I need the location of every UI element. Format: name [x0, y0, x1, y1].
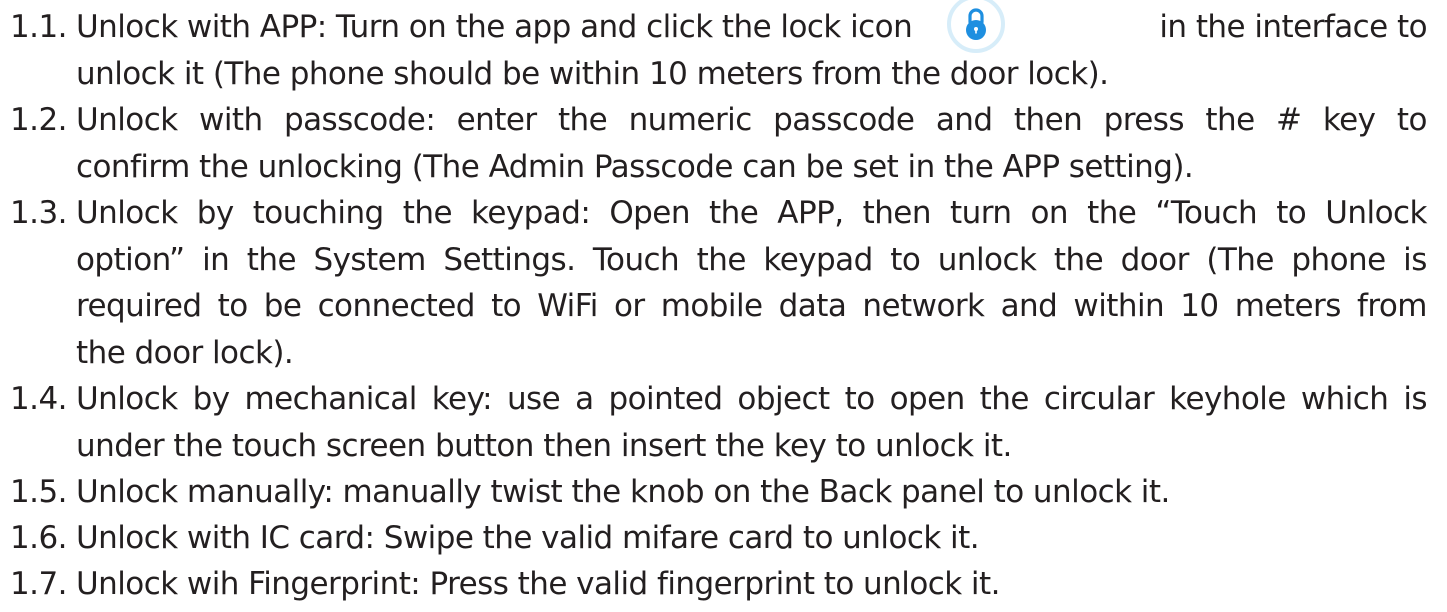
item-line: Unlock with passcode: enter the numeric passco… — [10, 97, 1427, 144]
item-line: option” in the System Settings. Touch the keypa… — [10, 237, 1427, 284]
item-line: unlock it (The phone should be within 10… — [76, 55, 1109, 92]
word: object — [737, 381, 830, 417]
list-item-1-6: 1.6. Unlock with IC card: Swipe the vali… — [10, 515, 1427, 562]
word: mechanical — [244, 381, 417, 417]
word: which — [1300, 381, 1389, 417]
word: to — [1396, 102, 1428, 138]
word: WiFi — [537, 288, 598, 324]
word: unlock — [937, 241, 1037, 278]
item-line: confirm the unlocking (The Admin Passcod… — [76, 148, 1194, 185]
word: is — [1403, 381, 1427, 417]
word: and — [1000, 288, 1058, 324]
list-item-1-3: 1.3. Unlock by touching the keypad: Open the AP… — [10, 190, 1427, 376]
word: the — [979, 381, 1030, 417]
item-text: in the interface to — [1159, 9, 1427, 45]
item-line: under the touch screen button then inser… — [76, 427, 1012, 464]
word: System — [313, 241, 427, 278]
item-line: Unlock manually: manually twist the knob… — [76, 474, 1170, 510]
word: pointed — [608, 381, 724, 417]
word: to — [217, 288, 249, 324]
word: passcode — [773, 102, 915, 138]
word: Touch — [592, 241, 680, 278]
word: then — [1013, 102, 1083, 138]
word: Unlock — [1325, 195, 1427, 231]
word: # — [1276, 102, 1302, 138]
word: the — [709, 195, 759, 231]
word: the — [557, 102, 608, 138]
word: to — [1276, 195, 1307, 231]
word: to — [890, 241, 921, 278]
word: connected — [317, 288, 476, 324]
word: keyhole — [1169, 381, 1286, 417]
word: is — [1403, 241, 1427, 278]
word: open — [889, 381, 966, 417]
word: the — [1087, 195, 1137, 231]
word: be — [263, 288, 302, 324]
lock-icon — [947, 0, 1006, 54]
word: a — [575, 381, 594, 417]
word: data — [778, 288, 847, 324]
item-line: Unlock with IC card: Swipe the valid mif… — [76, 520, 980, 556]
word: key: — [431, 381, 493, 417]
word: Settings. — [443, 241, 576, 278]
word: touching — [252, 195, 385, 231]
word: within — [1073, 288, 1165, 324]
word: the — [246, 241, 297, 278]
word: “Touch — [1155, 195, 1258, 231]
word: meters — [1234, 288, 1342, 324]
word: 10 — [1180, 288, 1219, 324]
word: press — [1103, 102, 1185, 138]
word: Unlock — [76, 195, 178, 231]
word: mobile — [660, 288, 763, 324]
word: required — [76, 288, 202, 324]
word: to — [844, 381, 876, 417]
list-item-1-2: 1.2. Unlock with passcode: enter the numeric p… — [10, 97, 1427, 190]
word: and — [935, 102, 993, 138]
word: to — [491, 288, 522, 324]
word: keypad: — [471, 195, 591, 231]
word: numeric — [628, 102, 753, 138]
word: by — [196, 195, 234, 231]
word: key — [1322, 102, 1376, 138]
word: option” — [76, 241, 185, 278]
word: from — [1356, 288, 1428, 324]
word: phone — [1291, 241, 1386, 278]
word: Open — [609, 195, 690, 231]
instruction-list: 1.1. Unlock with APP: Turn on the app an… — [0, 0, 1447, 612]
word: Unlock — [76, 381, 178, 417]
lock-icon-wrapper — [936, 0, 1016, 54]
item-line: Unlock with APP: Turn on the app and cli… — [10, 0, 1428, 54]
word: circular — [1043, 381, 1155, 417]
item-line: the door lock). — [76, 334, 294, 371]
word: enter — [456, 102, 538, 138]
list-item-1-7: 1.7. Unlock wih Fingerprint: Press the v… — [10, 561, 1427, 608]
item-line: Unlock by touching the keypad: Open the APP, the… — [10, 190, 1427, 237]
word: the — [696, 241, 747, 278]
word: network — [862, 288, 985, 324]
word: in — [202, 241, 230, 278]
word: on — [1030, 195, 1069, 231]
word: with — [199, 102, 263, 138]
list-item-1-1: 1.1. Unlock with APP: Turn on the app an… — [10, 0, 1428, 97]
item-text: Unlock with APP: Turn on the app and cli… — [76, 9, 913, 45]
list-item-1-4: 1.4. Unlock by mechanical key: use a pointed ob… — [10, 376, 1428, 469]
word: Unlock — [76, 102, 178, 138]
word: the — [1053, 241, 1104, 278]
item-line: Unlock by mechanical key: use a pointed object t… — [10, 376, 1428, 423]
item-line: Unlock wih Fingerprint: Press the valid … — [76, 566, 1000, 602]
word: turn — [950, 195, 1012, 231]
word: use — [506, 381, 561, 417]
word: then — [862, 195, 932, 231]
word: the — [402, 195, 453, 231]
word: by — [192, 381, 230, 417]
word: keypad — [763, 241, 873, 278]
list-item-1-5: 1.5. Unlock manually: manually twist the… — [10, 469, 1427, 516]
item-line: required to be connected to WiFi or mobile data n… — [10, 283, 1427, 330]
word: passcode: — [283, 102, 436, 138]
word: or — [613, 288, 645, 324]
word: the — [1205, 102, 1255, 138]
word: door — [1120, 241, 1190, 278]
word: APP, — [777, 195, 844, 231]
word: (The — [1206, 241, 1274, 278]
